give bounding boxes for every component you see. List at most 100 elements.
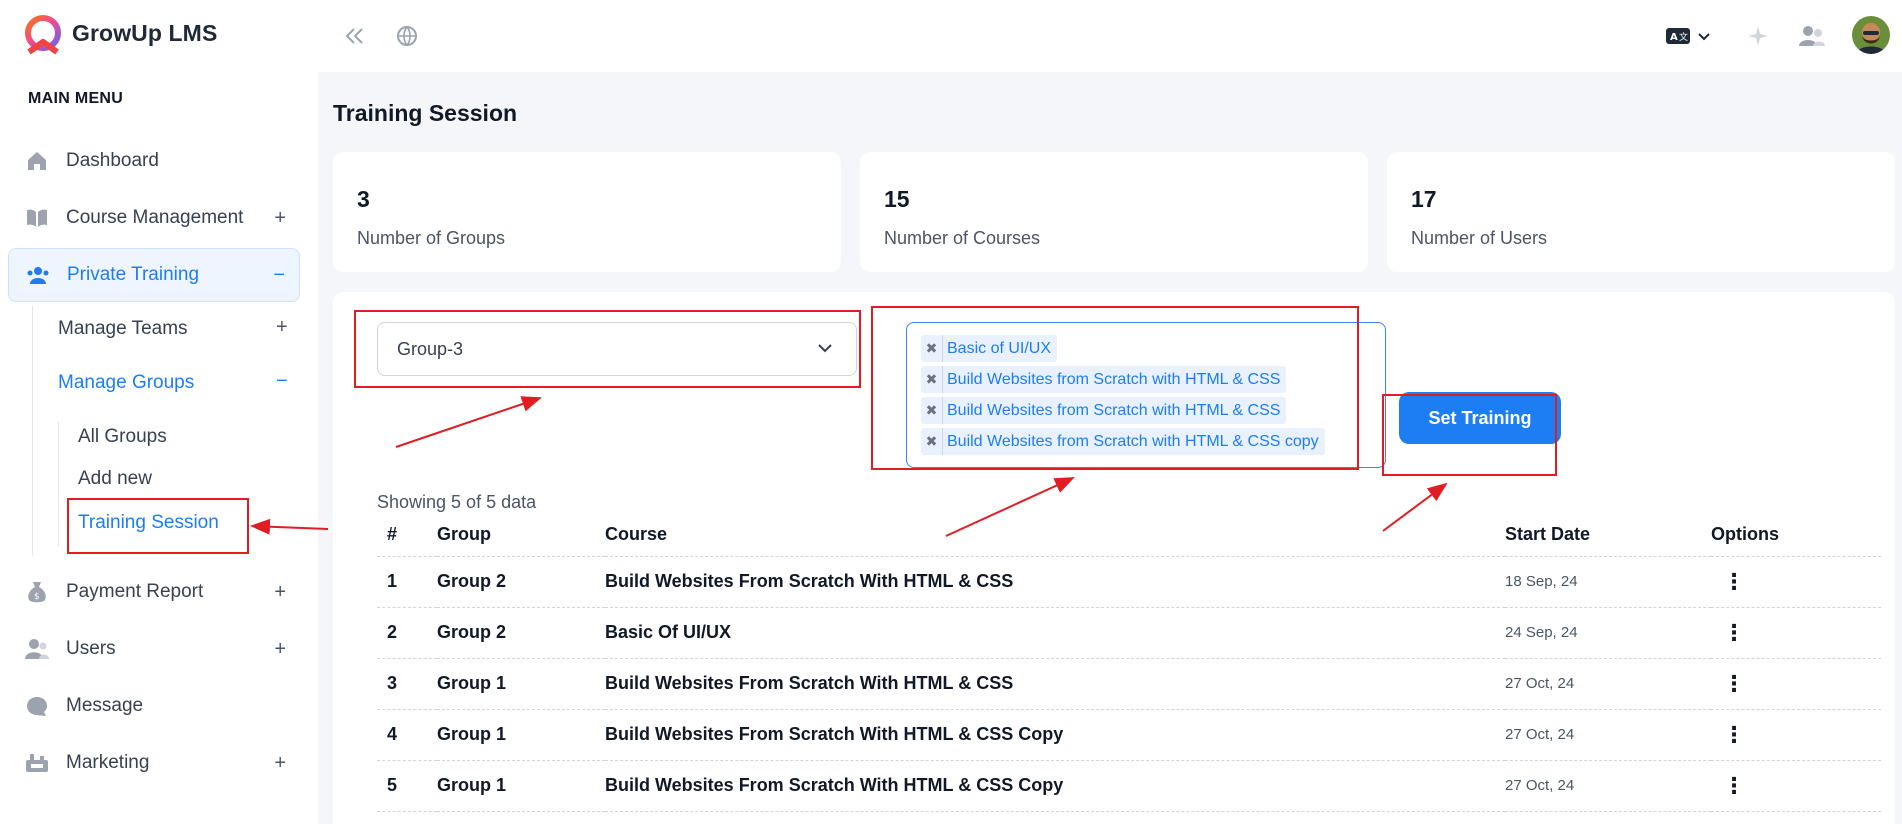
row-course: Basic Of UI/UX <box>605 607 1505 659</box>
expand-icon[interactable]: + <box>274 752 286 775</box>
row-number: 4 <box>377 709 437 761</box>
brand-logo-icon <box>25 15 61 55</box>
brand-name: GrowUp LMS <box>72 20 218 46</box>
sidebar-item-message[interactable]: Message <box>8 679 300 733</box>
top-bar: GrowUp LMS A文 <box>0 0 1902 72</box>
sidebar-item-payment-report[interactable]: $ Payment Report + <box>8 565 300 619</box>
sidebar-item-label: Dashboard <box>66 150 159 171</box>
sidebar: MAIN MENU Dashboard Course Management + … <box>0 72 318 824</box>
table-row: 5 Group 1 Build Websites From Scratch Wi… <box>377 760 1881 812</box>
column-header: Start Date <box>1505 514 1711 557</box>
row-group: Group 1 <box>437 658 605 710</box>
table-row: 3 Group 1 Build Websites From Scratch Wi… <box>377 658 1881 710</box>
stat-card-courses: 15 Number of Courses <box>860 152 1368 272</box>
row-course: Build Websites From Scratch With HTML & … <box>605 658 1505 710</box>
chat-icon <box>24 693 50 719</box>
row-group: Group 1 <box>437 760 605 812</box>
stat-value: 3 <box>357 186 370 212</box>
sparkle-icon[interactable] <box>1744 22 1772 50</box>
row-group: Group 1 <box>437 709 605 761</box>
table-row: 2 Group 2 Basic Of UI/UX 24 Sep, 24 ⋮ <box>377 607 1881 659</box>
sidebar-item-dashboard[interactable]: Dashboard <box>8 134 300 188</box>
user-group-icon <box>24 636 50 662</box>
main-menu-title: MAIN MENU <box>28 90 124 107</box>
column-header: Course <box>605 514 1505 557</box>
sidebar-item-marketing[interactable]: Marketing + <box>8 736 300 790</box>
expand-icon[interactable]: + <box>274 207 286 230</box>
row-group: Group 2 <box>437 607 605 659</box>
annotation-box-courses <box>871 306 1359 470</box>
collapse-sidebar-icon[interactable] <box>341 22 369 50</box>
row-options-icon[interactable]: ⋮ <box>1711 722 1745 747</box>
row-group: Group 2 <box>437 556 605 608</box>
showing-count: Showing 5 of 5 data <box>377 492 537 512</box>
row-start-date: 27 Oct, 24 <box>1505 709 1711 761</box>
sidebar-item-manage-groups[interactable]: Manage Groups − <box>58 370 298 394</box>
sidebar-item-label: Private Training <box>67 264 200 285</box>
row-number: 5 <box>377 760 437 812</box>
row-course: Build Websites From Scratch With HTML & … <box>605 760 1505 812</box>
stat-label: Number of Courses <box>884 228 1041 248</box>
tree-line <box>58 422 59 546</box>
column-header: Options <box>1711 514 1881 557</box>
sidebar-item-all-groups[interactable]: All Groups <box>78 426 167 448</box>
table-row: 1 Group 2 Build Websites From Scratch Wi… <box>377 556 1881 608</box>
row-number: 3 <box>377 658 437 710</box>
training-table: # Group Course Start Date Options 1 Grou… <box>377 514 1881 812</box>
row-options-icon[interactable]: ⋮ <box>1711 671 1745 696</box>
language-switch-icon[interactable]: A文 <box>1664 22 1714 50</box>
sidebar-item-private-training[interactable]: Private Training − <box>8 248 300 302</box>
annotation-box-group-select <box>354 310 861 388</box>
row-options-icon[interactable]: ⋮ <box>1711 620 1745 645</box>
svg-text:$: $ <box>34 592 40 602</box>
row-number: 1 <box>377 556 437 608</box>
money-bag-icon: $ <box>24 579 50 605</box>
expand-icon[interactable]: + <box>274 581 286 604</box>
stat-label: Number of Users <box>1411 228 1548 248</box>
sidebar-item-users[interactable]: Users + <box>8 622 300 676</box>
table-row: 4 Group 1 Build Websites From Scratch Wi… <box>377 709 1881 761</box>
table-header-row: # Group Course Start Date Options <box>377 514 1881 557</box>
tree-line <box>32 306 33 556</box>
megaphone-icon <box>24 750 50 776</box>
row-start-date: 24 Sep, 24 <box>1505 607 1711 659</box>
page-title: Training Session <box>333 100 518 126</box>
row-start-date: 27 Oct, 24 <box>1505 760 1711 812</box>
stat-card-users: 17 Number of Users <box>1387 152 1895 272</box>
sidebar-item-label: Users <box>66 638 116 659</box>
stat-value: 15 <box>884 186 910 212</box>
users-icon <box>25 262 51 288</box>
sidebar-item-label: Course Management <box>66 207 244 228</box>
row-start-date: 18 Sep, 24 <box>1505 556 1711 608</box>
sidebar-item-label: Manage Groups <box>58 372 195 393</box>
user-switch-icon[interactable] <box>1798 22 1826 50</box>
annotation-box-training-session <box>67 498 249 554</box>
avatar[interactable] <box>1852 16 1890 54</box>
row-course: Build Websites From Scratch With HTML & … <box>605 709 1505 761</box>
collapse-icon[interactable]: − <box>276 370 288 393</box>
stat-label: Number of Groups <box>357 228 506 248</box>
expand-icon[interactable]: + <box>274 638 286 661</box>
collapse-icon[interactable]: − <box>273 264 285 287</box>
sidebar-item-course-management[interactable]: Course Management + <box>8 191 300 245</box>
stat-card-groups: 3 Number of Groups <box>333 152 841 272</box>
expand-icon[interactable]: + <box>276 316 288 339</box>
sidebar-item-label: Marketing <box>66 752 150 773</box>
sidebar-item-label: Manage Teams <box>58 318 188 339</box>
row-course: Build Websites From Scratch With HTML & … <box>605 556 1505 608</box>
column-header: # <box>377 514 437 557</box>
row-options-icon[interactable]: ⋮ <box>1711 569 1745 594</box>
sidebar-item-add-new[interactable]: Add new <box>78 468 152 490</box>
svg-text:文: 文 <box>1679 31 1688 43</box>
row-options-icon[interactable]: ⋮ <box>1711 773 1745 798</box>
book-icon <box>24 205 50 231</box>
sidebar-item-label: Payment Report <box>66 581 204 602</box>
row-start-date: 27 Oct, 24 <box>1505 658 1711 710</box>
globe-icon[interactable] <box>393 22 421 50</box>
svg-text:A: A <box>1670 32 1678 43</box>
stat-value: 17 <box>1411 186 1437 212</box>
row-number: 2 <box>377 607 437 659</box>
sidebar-item-manage-teams[interactable]: Manage Teams + <box>58 316 298 340</box>
sidebar-item-label: Message <box>66 695 144 716</box>
column-header: Group <box>437 514 605 557</box>
